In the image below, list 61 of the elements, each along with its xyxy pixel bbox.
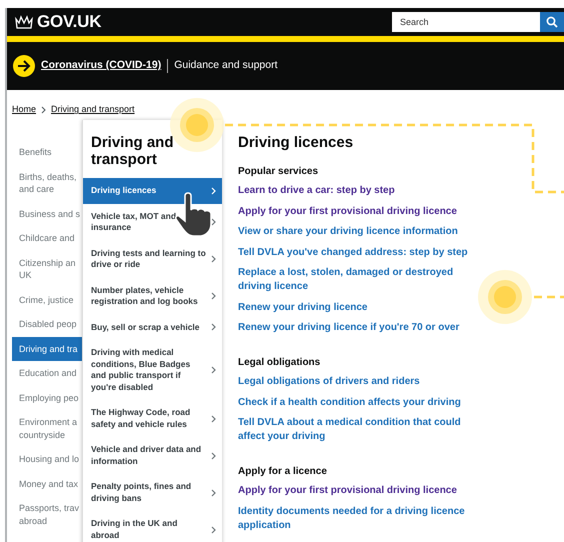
content-link[interactable]: Renew your driving licence if you're 70 or over: [238, 321, 482, 335]
banner-link[interactable]: Coronavirus (COVID-19): [41, 58, 162, 74]
chevron-icon: [211, 366, 216, 374]
chevron-icon: [211, 414, 216, 422]
chevron-icon: [211, 186, 216, 195]
subnav-item[interactable]: Driving with medical conditions, Blue Badges and public transport if you're disabled: [83, 340, 222, 400]
section-heading: Popular services: [238, 166, 320, 178]
content-link[interactable]: Tell DVLA about a medical condition that could affect your driving: [238, 416, 482, 444]
category-item[interactable]: Crime, justice: [12, 288, 82, 312]
subnav-title: Driving and transport: [90, 134, 175, 170]
content-link[interactable]: Apply for your first provisional driving licence: [238, 484, 482, 498]
category-item[interactable]: Citizenship an UK: [12, 250, 82, 288]
category-item[interactable]: Money and tax: [12, 472, 82, 496]
content-link[interactable]: View or share your driving licence information: [238, 225, 482, 239]
banner-text: Guidance and support: [174, 58, 278, 74]
category-item[interactable]: Employing peo: [12, 386, 82, 410]
highlight-marker: [478, 270, 532, 324]
subnav-item[interactable]: Driving in the UK and abroad: [83, 511, 222, 542]
chevron-icon: [211, 488, 216, 496]
category-item[interactable]: Benefits: [12, 140, 82, 164]
subnav-item[interactable]: Number plates, vehicle registration and log books: [83, 278, 222, 314]
subnav-item[interactable]: Buy, sell or scrap a vehicle: [83, 314, 222, 340]
search-icon: [546, 16, 558, 28]
category-item[interactable]: Childcare and: [12, 226, 82, 250]
subnav-item[interactable]: The Highway Code, road safety and vehicle rules: [83, 400, 222, 437]
chevron-icon: [211, 526, 216, 534]
content-link[interactable]: Learn to drive a car: step by step: [238, 184, 482, 198]
content-link[interactable]: Identity documents needed for a driving licence application: [238, 504, 482, 532]
content-link[interactable]: Tell DVLA you've changed address: step by step: [238, 246, 482, 260]
search-field[interactable]: Search: [392, 12, 540, 32]
category-item[interactable]: Environment a countryside: [12, 410, 82, 447]
content-link[interactable]: Apply for your first provisional driving licence: [238, 204, 482, 218]
chevron-icon: [211, 255, 216, 263]
subnav-item[interactable]: Vehicle and driver data and information: [83, 437, 222, 474]
category-item[interactable]: Driving and tra: [12, 336, 82, 361]
section-heading: Legal obligations: [238, 357, 322, 369]
content-link[interactable]: Legal obligations of drivers and riders: [238, 375, 482, 389]
section-heading: Apply for a licence: [238, 466, 328, 478]
category-item[interactable]: Disabled peop: [12, 312, 82, 336]
category-item[interactable]: Education and: [12, 361, 82, 386]
subnav-item[interactable]: Driving licences: [83, 178, 222, 204]
chevron-icon: [211, 452, 216, 460]
category-item[interactable]: Housing and lo: [12, 447, 82, 472]
category-item[interactable]: Births, deaths, and care: [12, 164, 82, 202]
govuk-logo[interactable]: GOV.UK: [37, 9, 102, 35]
subnav-item[interactable]: Driving tests and learning to drive or ride: [83, 240, 222, 278]
breadcrumb-link[interactable]: Driving and transport: [51, 103, 135, 117]
crown-icon: [15, 15, 33, 29]
search-button[interactable]: [540, 12, 564, 32]
dashed-connector: [534, 296, 564, 298]
chevron-icon: [211, 323, 216, 332]
content-link[interactable]: Renew your driving licence: [238, 300, 482, 314]
category-item[interactable]: Passports, trav abroad: [12, 496, 82, 533]
breadcrumb-link[interactable]: Home: [12, 103, 36, 117]
content-link[interactable]: Replace a lost, stolen, damaged or destroyed driving licence: [238, 266, 482, 294]
chevron-icon: [41, 106, 46, 114]
page-title: Driving licences: [238, 134, 354, 152]
category-item[interactable]: Business and s: [12, 202, 82, 226]
subnav-item[interactable]: Penalty points, fines and driving bans: [83, 474, 222, 511]
chevron-icon: [211, 292, 216, 300]
content-link[interactable]: Check if a health condition affects your driving: [238, 396, 482, 410]
